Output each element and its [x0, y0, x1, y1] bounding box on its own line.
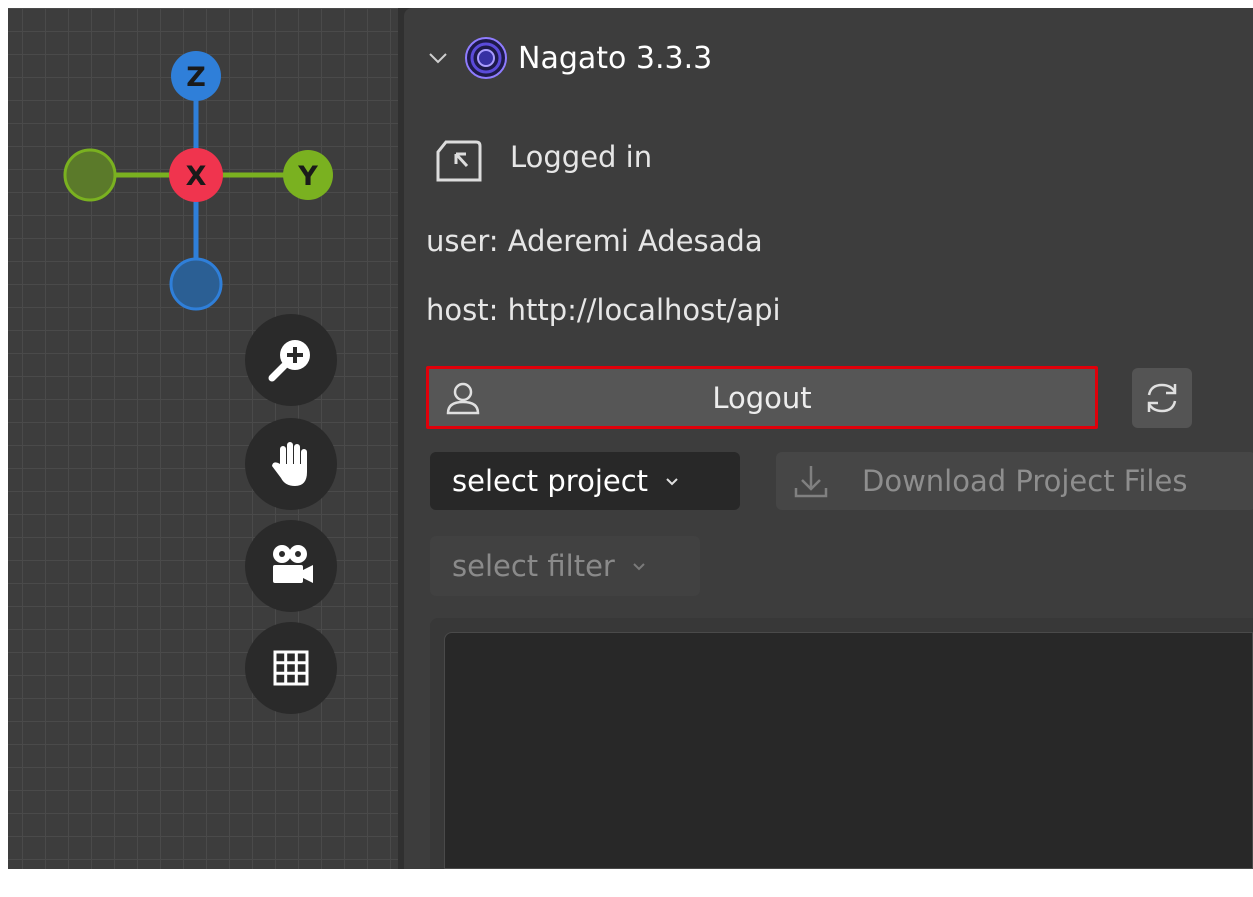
refresh-icon: [1147, 383, 1177, 413]
panel-header[interactable]: Nagato 3.3.3: [426, 26, 712, 90]
host-label: host: http://localhost/api: [426, 293, 781, 327]
download-label: Download Project Files: [862, 464, 1188, 498]
download-icon: [794, 466, 828, 498]
camera-icon: [273, 545, 313, 583]
sidebar: Nagato 3.3.3 Logged in user: Aderemi Ade…: [398, 8, 1253, 869]
3d-viewport[interactable]: Z X Y: [8, 8, 398, 869]
pan-hand-icon: [272, 442, 307, 486]
refresh-button[interactable]: [1132, 368, 1192, 428]
chevron-down-icon: [666, 478, 678, 486]
addon-panel: Nagato 3.3.3 Logged in user: Aderemi Ade…: [404, 8, 1253, 869]
axis-neg-y-handle[interactable]: [63, 148, 117, 202]
filter-select[interactable]: select filter: [430, 536, 700, 596]
download-project-files-button[interactable]: Download Project Files: [776, 452, 1253, 510]
filter-select-value: select filter: [452, 549, 615, 583]
chevron-down-icon: [633, 563, 645, 571]
grid-icon: [273, 650, 309, 686]
project-select[interactable]: select project: [430, 452, 740, 510]
panel-title: Nagato 3.3.3: [518, 40, 713, 76]
zoom-in-icon: [268, 340, 310, 382]
axis-x-label: X: [186, 161, 207, 192]
project-files-list: [430, 618, 1253, 869]
axis-neg-z-handle[interactable]: [169, 257, 223, 311]
logout-label: Logout: [712, 380, 812, 415]
axis-x-handle[interactable]: X: [169, 148, 223, 202]
project-select-value: select project: [452, 464, 649, 498]
axis-z-handle[interactable]: Z: [171, 51, 221, 101]
camera-button[interactable]: [245, 520, 337, 612]
project-files-list-area[interactable]: [444, 632, 1253, 869]
grid-button[interactable]: [245, 622, 337, 714]
logout-button[interactable]: Logout: [426, 366, 1098, 429]
axis-z-label: Z: [186, 62, 206, 93]
pan-button[interactable]: [245, 418, 337, 510]
user-icon: [446, 382, 480, 415]
axis-y-handle[interactable]: Y: [283, 150, 333, 200]
login-status-icon: [436, 140, 482, 182]
user-label: user: Aderemi Adesada: [426, 224, 763, 258]
axis-y-label: Y: [297, 161, 318, 192]
navigation-gizmo[interactable]: Z X Y: [8, 8, 398, 328]
chevron-down-icon[interactable]: [426, 46, 450, 70]
login-status: Logged in: [510, 140, 653, 174]
zoom-button[interactable]: [245, 314, 337, 406]
nagato-logo-icon: [465, 37, 507, 79]
